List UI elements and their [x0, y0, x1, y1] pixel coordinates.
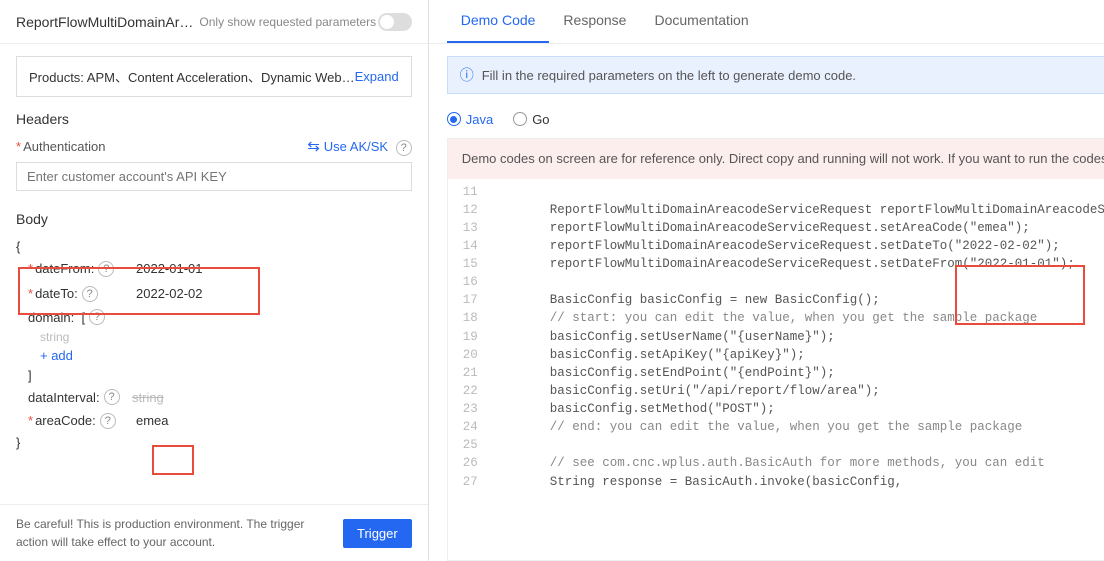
param-domain: domain : [?	[16, 306, 412, 328]
code-line: 22 basicConfig.setUri("/api/report/flow/…	[448, 382, 1104, 400]
radio-circle-icon	[447, 112, 461, 126]
close-brace: }	[16, 433, 412, 452]
tab-demo-code[interactable]: Demo Code	[447, 0, 550, 43]
colon: :	[71, 310, 75, 325]
body-title: Body	[16, 211, 412, 227]
help-icon[interactable]: ?	[396, 140, 412, 156]
help-icon[interactable]: ?	[98, 261, 114, 277]
radio-circle-icon	[513, 112, 527, 126]
auth-label: Authentication	[16, 139, 105, 154]
colon: :	[96, 390, 100, 405]
code-line: 19 basicConfig.setUserName("{userName}")…	[448, 328, 1104, 346]
code-line: 17 BasicConfig basicConfig = new BasicCo…	[448, 291, 1104, 309]
trigger-button[interactable]: Trigger	[343, 519, 412, 548]
datainterval-type: string	[132, 390, 164, 405]
colon: :	[74, 286, 78, 301]
code-line: 12 ReportFlowMultiDomainAreacodeServiceR…	[448, 201, 1104, 219]
code-line: 13 reportFlowMultiDomainAreacodeServiceR…	[448, 219, 1104, 237]
tab-documentation[interactable]: Documentation	[640, 0, 762, 43]
radio-go-label: Go	[532, 112, 549, 127]
colon: :	[92, 413, 96, 428]
expand-link[interactable]: Expand	[355, 69, 399, 84]
add-domain-link[interactable]: + add	[40, 346, 73, 365]
only-show-label: Only show requested parameters	[199, 15, 377, 29]
code-line: 16	[448, 273, 1104, 291]
only-show-toggle[interactable]	[378, 13, 412, 31]
code-line: 27 String response = BasicAuth.invoke(ba…	[448, 473, 1104, 491]
info-bar: ⓘ Fill in the required parameters on the…	[447, 56, 1104, 94]
dateto-label: dateTo	[35, 286, 74, 301]
help-icon[interactable]: ?	[100, 413, 116, 429]
code-warning: Demo codes on screen are for reference o…	[448, 139, 1104, 179]
products-text: Products: APM、Content Acceleration、Dynam…	[29, 67, 355, 86]
radio-java-label: Java	[466, 112, 493, 127]
info-icon: ⓘ	[460, 65, 474, 85]
page-title: ReportFlowMultiDomainAr…	[16, 14, 193, 30]
code-line: 25	[448, 436, 1104, 454]
help-icon[interactable]: ?	[89, 309, 105, 325]
code-line: 26 // see com.cnc.wplus.auth.BasicAuth f…	[448, 454, 1104, 472]
footer-warning: Be careful! This is production environme…	[16, 515, 333, 551]
code-line: 14 reportFlowMultiDomainAreacodeServiceR…	[448, 237, 1104, 255]
headers-title: Headers	[16, 111, 412, 127]
param-dateto: dateTo :?	[16, 281, 412, 306]
code-line: 23 basicConfig.setMethod("POST");	[448, 400, 1104, 418]
code-block[interactable]: 1112 ReportFlowMultiDomainAreacodeServic…	[448, 179, 1104, 561]
datainterval-label: dataInterval	[28, 390, 96, 405]
tab-response[interactable]: Response	[549, 0, 640, 43]
code-line: 15 reportFlowMultiDomainAreacodeServiceR…	[448, 255, 1104, 273]
colon: :	[91, 261, 95, 276]
close-bracket: ]	[16, 365, 412, 386]
api-key-input[interactable]	[16, 162, 412, 191]
areacode-label: areaCode	[35, 413, 92, 428]
dateto-input[interactable]	[132, 284, 252, 303]
use-aksk-link[interactable]: ⇆ Use AK/SK	[307, 137, 388, 155]
domain-type: string	[40, 328, 412, 346]
use-aksk-text: Use AK/SK	[324, 139, 388, 154]
param-areacode: areaCode :?	[16, 408, 412, 433]
help-icon[interactable]: ?	[82, 286, 98, 302]
info-text: Fill in the required parameters on the l…	[482, 68, 856, 83]
code-line: 18 // start: you can edit the value, whe…	[448, 309, 1104, 327]
code-line: 24 // end: you can edit the value, when …	[448, 418, 1104, 436]
radio-go[interactable]: Go	[513, 112, 549, 127]
help-icon[interactable]: ?	[104, 389, 120, 405]
areacode-input[interactable]	[132, 411, 252, 430]
datefrom-input[interactable]	[132, 259, 252, 278]
domain-label: domain	[28, 310, 71, 325]
open-brace: {	[16, 237, 412, 256]
code-line: 11	[448, 183, 1104, 201]
products-box: Products: APM、Content Acceleration、Dynam…	[16, 56, 412, 97]
datefrom-label: dateFrom	[35, 261, 91, 276]
code-line: 20 basicConfig.setApiKey("{apiKey}");	[448, 346, 1104, 364]
param-datainterval: dataInterval :? string	[16, 386, 412, 408]
code-line: 21 basicConfig.setEndPoint("{endPoint}")…	[448, 364, 1104, 382]
param-datefrom: dateFrom :?	[16, 256, 412, 281]
radio-java[interactable]: Java	[447, 112, 493, 127]
swap-icon: ⇆	[307, 137, 320, 155]
